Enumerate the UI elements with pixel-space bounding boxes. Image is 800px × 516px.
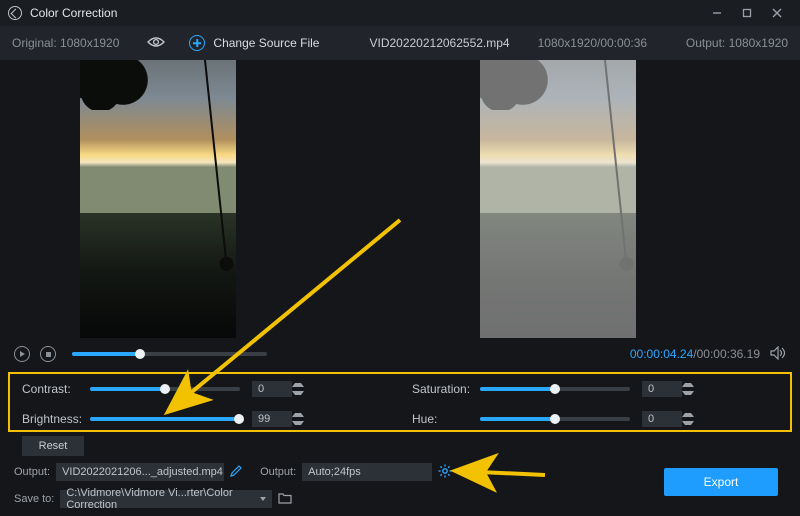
brightness-value: 99 — [252, 411, 292, 427]
change-source-label: Change Source File — [213, 36, 319, 50]
brightness-label: Brightness: — [10, 412, 90, 426]
seek-slider[interactable] — [72, 352, 267, 356]
hue-slider[interactable] — [480, 417, 630, 421]
edit-filename-icon[interactable] — [230, 465, 242, 480]
chevron-down-icon[interactable] — [682, 419, 694, 427]
total-time: /00:00:36.19 — [693, 347, 760, 361]
titlebar: Color Correction — [0, 0, 800, 26]
contrast-slider[interactable] — [90, 387, 240, 391]
chevron-up-icon[interactable] — [682, 411, 694, 419]
output-preview — [400, 60, 715, 338]
original-dims: Original: 1080x1920 — [12, 36, 119, 50]
maximize-button[interactable] — [732, 0, 762, 26]
source-filename: VID20220212062552.mp4 — [369, 36, 509, 50]
volume-icon[interactable] — [770, 346, 786, 363]
hue-stepper[interactable]: 0 — [642, 411, 694, 427]
save-to-path-text: C:\Vidmore\Vidmore Vi...rter\Color Corre… — [66, 487, 260, 511]
saturation-label: Saturation: — [400, 382, 480, 396]
save-to-path[interactable]: C:\Vidmore\Vidmore Vi...rter\Color Corre… — [60, 490, 272, 508]
chevron-up-icon[interactable] — [292, 381, 304, 389]
chevron-down-icon[interactable] — [292, 389, 304, 397]
reset-button[interactable]: Reset — [22, 436, 84, 456]
annotation-arrow — [450, 465, 550, 488]
saturation-slider[interactable] — [480, 387, 630, 391]
stop-button[interactable] — [40, 346, 56, 362]
export-label: Export — [704, 475, 739, 489]
close-button[interactable] — [762, 0, 792, 26]
play-icon — [20, 351, 25, 357]
saturation-stepper[interactable]: 0 — [642, 381, 694, 397]
settings-icon[interactable] — [438, 464, 452, 481]
minimize-button[interactable] — [702, 0, 732, 26]
saturation-value: 0 — [642, 381, 682, 397]
toolbar: Original: 1080x1920 Change Source File V… — [0, 26, 800, 60]
playback-row: 00:00:04.24/00:00:36.19 — [0, 338, 800, 370]
contrast-value: 0 — [252, 381, 292, 397]
output-format-value: Auto;24fps — [302, 463, 432, 481]
window-title: Color Correction — [30, 6, 117, 20]
chevron-down-icon — [260, 497, 266, 501]
output-dims: Output: 1080x1920 — [686, 36, 788, 50]
brightness-slider[interactable] — [90, 417, 240, 421]
app-icon — [8, 6, 22, 20]
reset-label: Reset — [39, 440, 68, 452]
chevron-up-icon[interactable] — [682, 381, 694, 389]
chevron-up-icon[interactable] — [292, 411, 304, 419]
save-to-label: Save to: — [14, 493, 54, 505]
contrast-label: Contrast: — [10, 382, 90, 396]
contrast-stepper[interactable]: 0 — [252, 381, 304, 397]
open-folder-icon[interactable] — [278, 492, 292, 507]
original-preview — [0, 60, 315, 338]
chevron-down-icon[interactable] — [682, 389, 694, 397]
color-controls-panel: Contrast: 0 Saturation: 0 Brightness: 99… — [8, 372, 792, 432]
hue-value: 0 — [642, 411, 682, 427]
footer-row-output: Output: VID2022021206..._adjusted.mp4 Ou… — [14, 462, 452, 482]
source-dims-time: 1080x1920/00:00:36 — [538, 36, 647, 50]
output-file-value: VID2022021206..._adjusted.mp4 — [56, 463, 224, 481]
export-button[interactable]: Export — [664, 468, 778, 496]
chevron-down-icon[interactable] — [292, 419, 304, 427]
hue-label: Hue: — [400, 412, 480, 426]
toggle-preview-icon[interactable] — [147, 36, 165, 51]
footer-row-save: Save to: C:\Vidmore\Vidmore Vi...rter\Co… — [14, 489, 292, 509]
brightness-stepper[interactable]: 99 — [252, 411, 304, 427]
current-time: 00:00:04.24 — [630, 347, 693, 361]
change-source-button[interactable]: Change Source File — [189, 35, 319, 51]
play-button[interactable] — [14, 346, 30, 362]
time-display: 00:00:04.24/00:00:36.19 — [630, 347, 760, 361]
stop-icon — [46, 352, 51, 357]
plus-icon — [189, 35, 205, 51]
output-file-label: Output: — [14, 466, 50, 478]
preview-area — [0, 60, 800, 338]
output-format-label: Output: — [260, 466, 296, 478]
